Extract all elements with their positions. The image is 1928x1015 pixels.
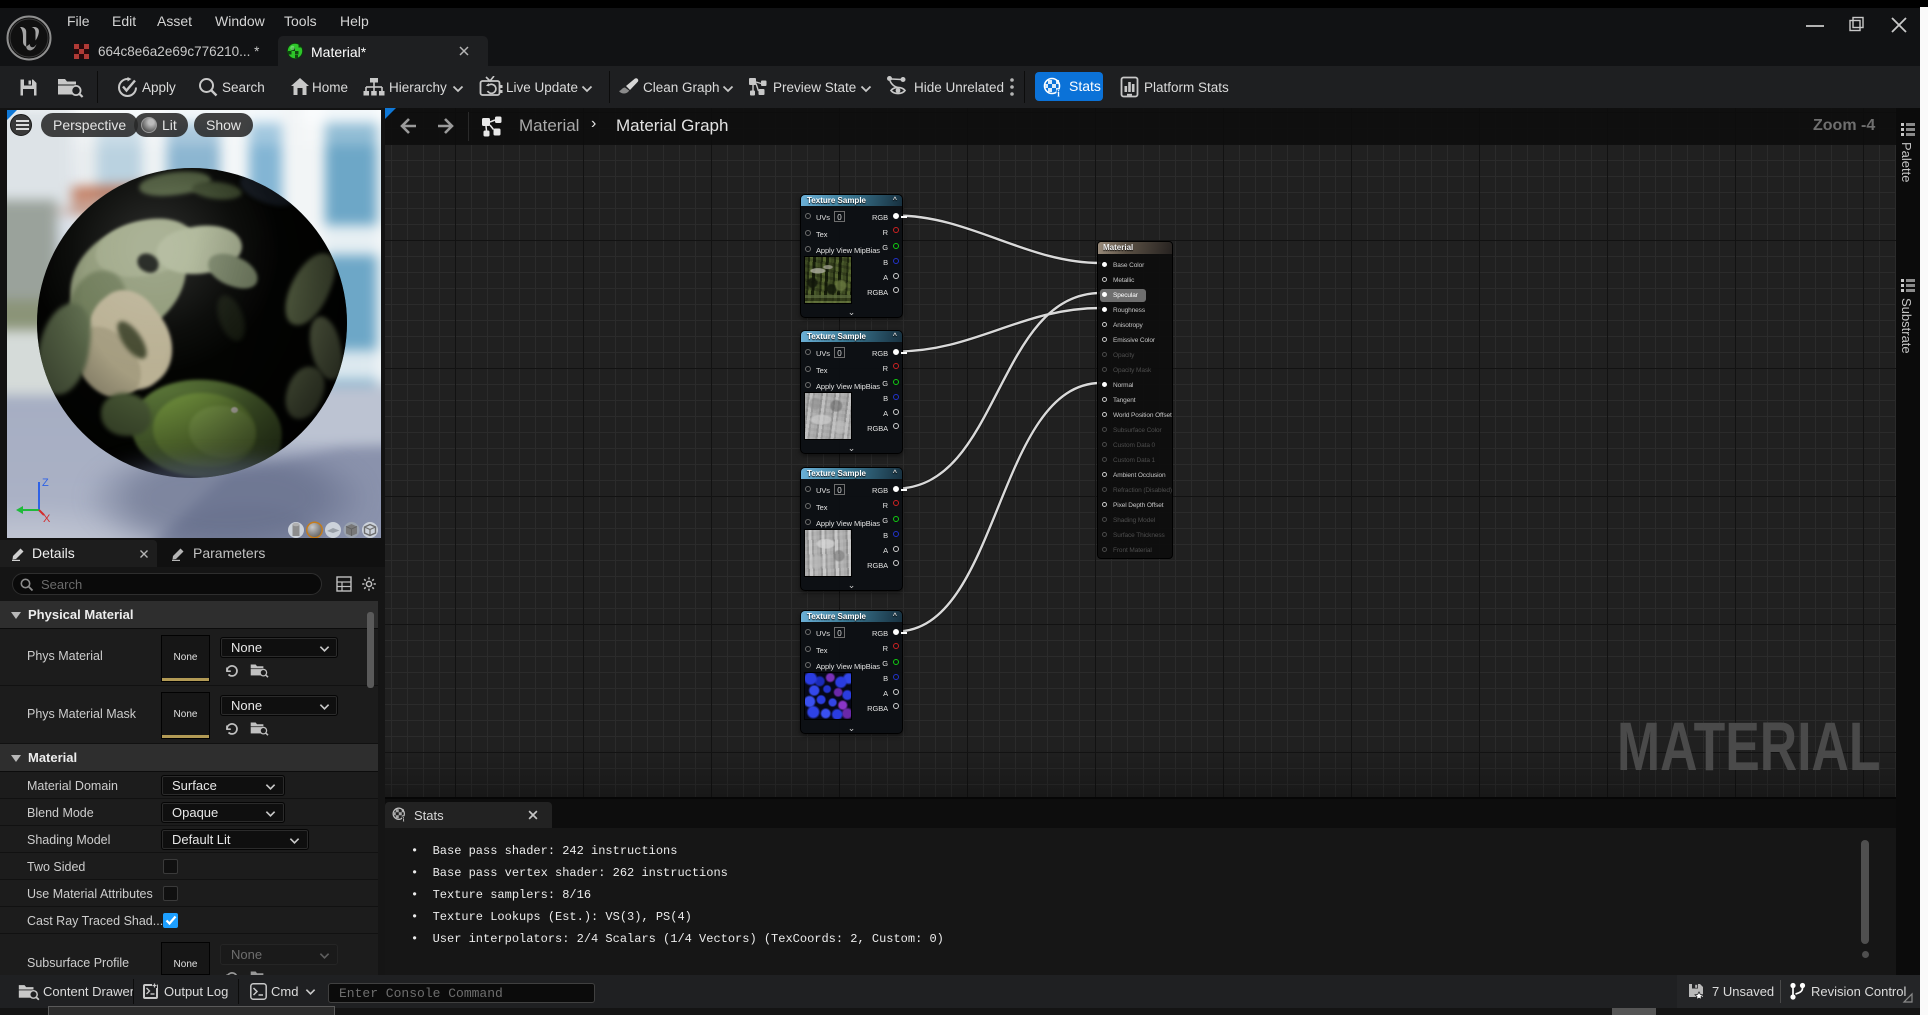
svg-text:Z: Z	[42, 477, 49, 489]
svg-text:X: X	[43, 513, 51, 522]
svg-text:i: i	[403, 817, 405, 822]
